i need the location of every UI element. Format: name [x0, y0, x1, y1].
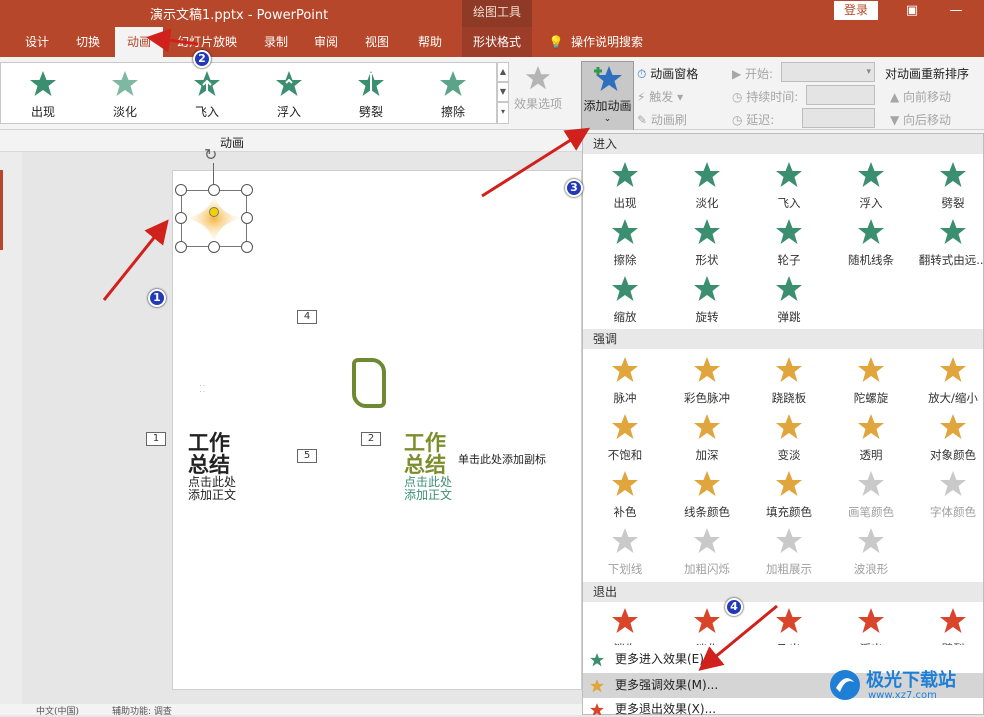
annotation-marker-1: 1: [148, 289, 166, 307]
annotation-marker-4: 4: [725, 598, 743, 616]
arrow-4: [698, 604, 778, 671]
annotation-arrows: [102, 28, 778, 671]
arrow-2: [146, 28, 199, 53]
annotation-marker-2: 2: [193, 50, 211, 68]
annotation-marker-3: 3: [565, 179, 583, 197]
